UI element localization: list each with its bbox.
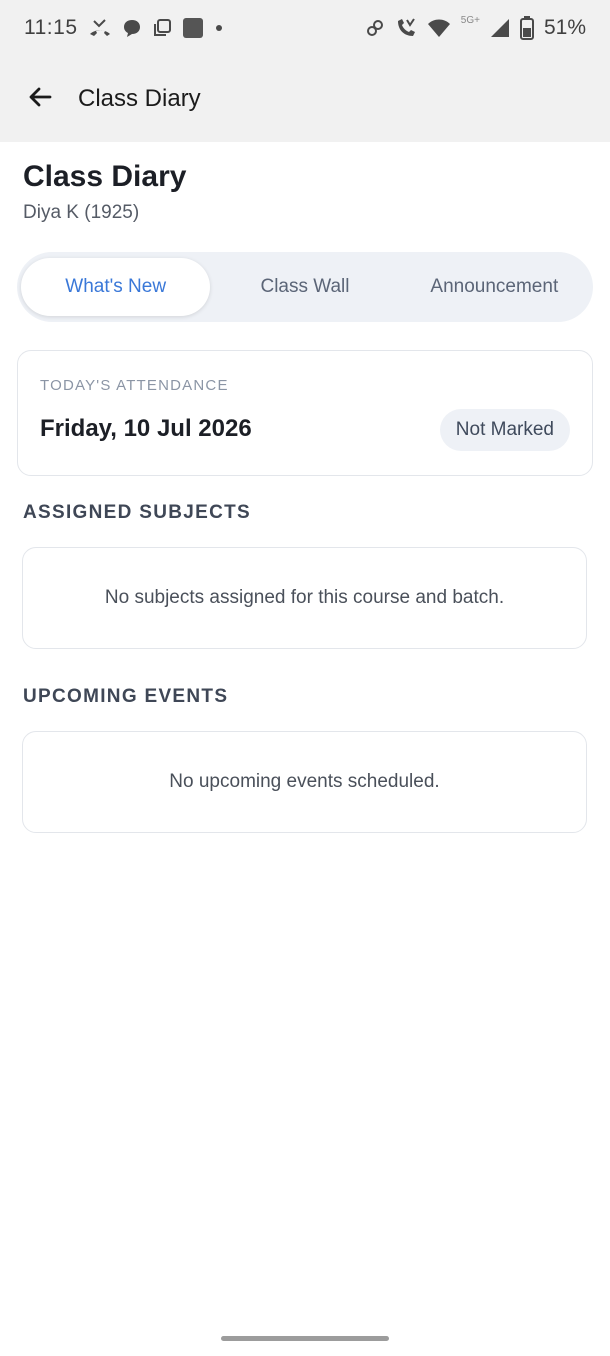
upcoming-events-card: No upcoming events scheduled. [22,731,587,833]
attendance-card: TODAY'S ATTENDANCE Friday, 10 Jul 2026 N… [17,350,593,476]
assigned-subjects-card: No subjects assigned for this course and… [22,547,587,649]
tab-whats-new[interactable]: What's New [21,258,211,316]
back-button[interactable] [18,77,62,121]
app-bar-title: Class Diary [78,85,201,112]
status-time: 11:15 [24,16,78,39]
assigned-subjects-empty-text: No subjects assigned for this course and… [104,587,505,608]
wifi-icon [427,18,451,38]
status-left: 11:15 [24,16,224,40]
attendance-date: Friday, 10 Jul 2026 [40,415,252,442]
attendance-status-badge: Not Marked [439,409,570,451]
tab-bar: What's New Class Wall Announcement [17,252,593,322]
chat-bubble-icon [122,18,142,38]
network-type-label: 5G+ [460,14,480,26]
tab-announcement[interactable]: Announcement [400,258,589,316]
wifi-calling-icon [395,17,417,39]
assigned-subjects-heading: ASSIGNED SUBJECTS [23,502,251,523]
upcoming-events-heading: UPCOMING EVENTS [23,686,229,707]
status-bar: 11:15 5G+ 51% [0,0,610,56]
missed-call-icon [88,18,112,38]
upcoming-events-empty-text: No upcoming events scheduled. [169,771,440,792]
tab-class-wall[interactable]: Class Wall [210,258,399,316]
page-title: Class Diary [23,160,187,193]
battery-percent: 51% [543,16,586,39]
arrow-left-icon [26,83,54,116]
dot-icon [214,23,224,33]
home-indicator[interactable] [221,1336,389,1341]
signal-icon [490,18,510,38]
app-square-icon [182,17,204,39]
student-name: Diya K (1925) [23,202,140,223]
link-icon [365,18,385,38]
status-right: 5G+ 51% [365,14,586,40]
copy-icon [152,18,172,38]
attendance-label: TODAY'S ATTENDANCE [40,377,229,394]
battery-icon [519,16,534,40]
app-bar: Class Diary [0,56,610,142]
